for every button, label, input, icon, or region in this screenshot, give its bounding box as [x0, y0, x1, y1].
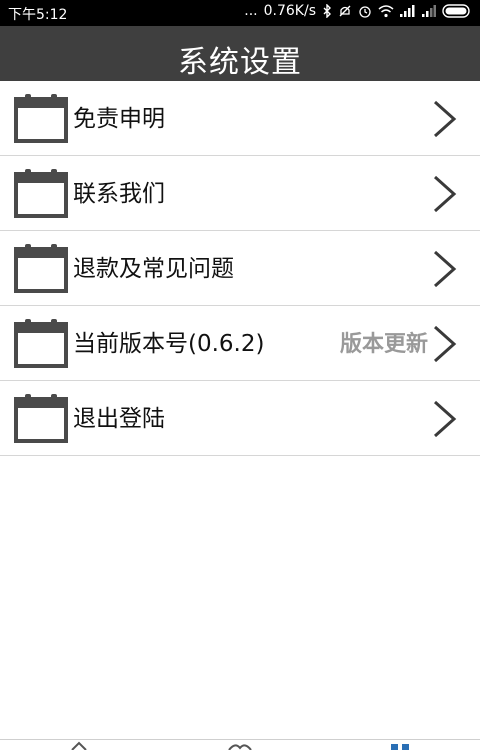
header-bar: 系统设置 [0, 26, 480, 81]
settings-tab-icon[interactable] [385, 740, 415, 750]
calendar-icon [14, 394, 68, 443]
calendar-icon [14, 319, 68, 368]
calendar-icon [14, 94, 68, 143]
mute-icon [339, 5, 351, 17]
menu-item-disclaimer[interactable]: 免责申明 [0, 81, 480, 156]
version-update-button[interactable]: 版本更新 [340, 326, 428, 358]
chevron-right-icon [433, 175, 457, 213]
chevron-right-icon [433, 400, 457, 438]
wifi-icon [378, 5, 394, 18]
menu-item-label: 联系我们 [73, 181, 165, 207]
menu-item-label: 当前版本号(0.6.2) [73, 331, 265, 357]
alarm-icon [359, 6, 371, 18]
page-title: 系统设置 [178, 45, 302, 80]
menu-item-version[interactable]: 当前版本号(0.6.2) 版本更新 [0, 306, 480, 381]
chevron-right-icon [433, 325, 457, 363]
chevron-right-icon [433, 100, 457, 138]
network-speed: 0.76K/s [263, 3, 316, 19]
status-icons: ... 0.76K/s [244, 3, 472, 19]
category-icon[interactable] [225, 740, 255, 750]
menu-item-label: 免责申明 [73, 106, 165, 132]
calendar-icon [14, 244, 68, 293]
bluetooth-icon [323, 4, 331, 18]
settings-list: 免责申明 联系我们 退款及常见问题 当前版本号(0.6.2) 版本更新 退出登陆 [0, 81, 480, 456]
home-icon[interactable] [64, 740, 94, 750]
battery-icon [442, 4, 470, 18]
menu-item-logout[interactable]: 退出登陆 [0, 381, 480, 456]
status-time: 下午5:12 [8, 7, 68, 23]
chevron-right-icon [433, 250, 457, 288]
menu-item-label: 退出登陆 [73, 406, 165, 432]
signal-icon [400, 5, 415, 17]
status-bar: 下午5:12 ... 0.76K/s [0, 0, 480, 26]
menu-item-refund-faq[interactable]: 退款及常见问题 [0, 231, 480, 306]
menu-item-contact-us[interactable]: 联系我们 [0, 156, 480, 231]
signal-icon [422, 5, 436, 17]
calendar-icon [14, 169, 68, 218]
menu-item-label: 退款及常见问题 [73, 256, 234, 282]
status-dots: ... [244, 3, 258, 19]
